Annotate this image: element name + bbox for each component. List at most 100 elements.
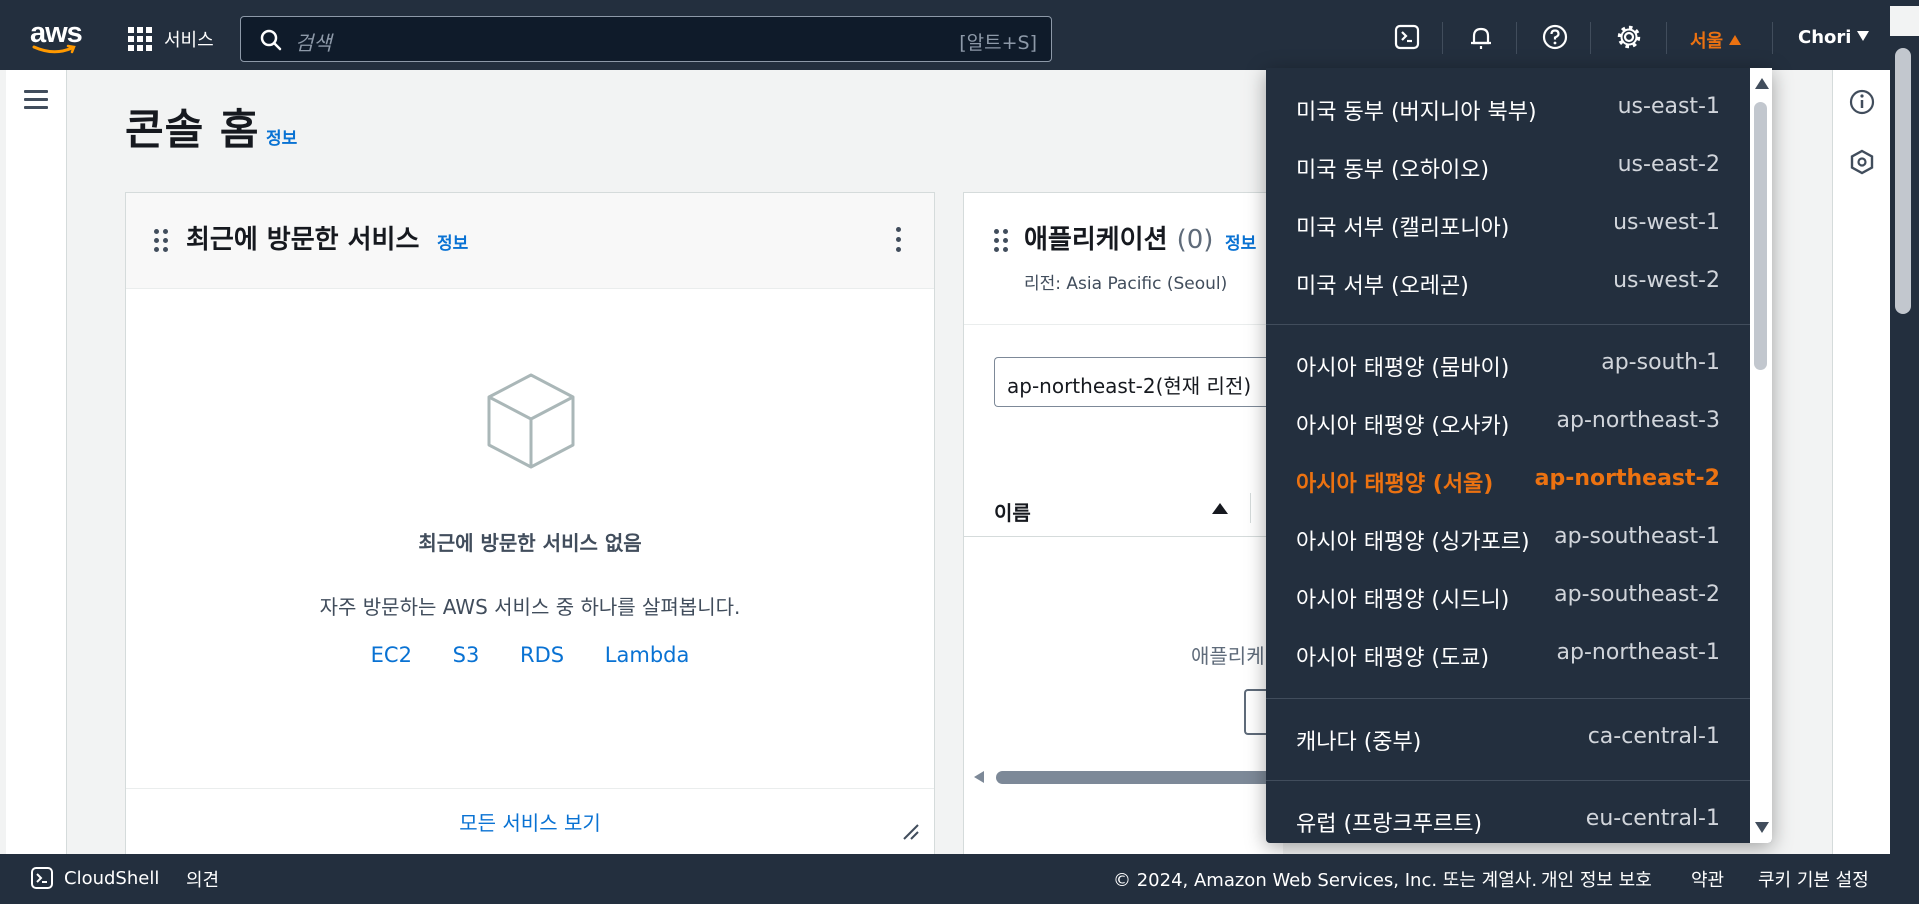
search-placeholder: 검색 xyxy=(295,31,332,55)
region-item-ca-central-1[interactable]: 캐나다 (중부) ca-central-1 xyxy=(1266,708,1750,766)
terms-link[interactable]: 약관 xyxy=(1691,866,1724,892)
region-group-divider xyxy=(1266,698,1750,699)
region-name: 아시아 태평양 (오사카) xyxy=(1296,414,1510,439)
drag-handle-icon[interactable] xyxy=(154,229,168,252)
horizontal-scrollbar[interactable] xyxy=(974,769,1286,785)
region-code: us-east-2 xyxy=(1617,152,1720,177)
table-header: 이름 xyxy=(964,483,1283,537)
search-input[interactable]: 검색 [알트+S] xyxy=(240,16,1052,62)
grid-icon xyxy=(128,27,152,51)
widget-info-link[interactable]: 정보 xyxy=(1225,229,1256,254)
privacy-link[interactable]: 개인 정보 보호 xyxy=(1541,866,1652,892)
view-all-label: 모든 서비스 보기 xyxy=(459,811,601,835)
scroll-left-icon[interactable] xyxy=(974,771,984,783)
region-subtitle: 리전: Asia Pacific (Seoul) xyxy=(1024,274,1228,294)
service-link-ec2[interactable]: EC2 xyxy=(371,643,412,667)
empty-state-title: 최근에 방문한 서비스 없음 xyxy=(418,531,642,555)
region-name: 캐나다 (중부) xyxy=(1296,730,1422,755)
region-name: 미국 서부 (캘리포니아) xyxy=(1296,216,1510,241)
applications-widget: 애플리케이션 (0) 정보 리전: Asia Pacific (Seoul) a… xyxy=(963,192,1304,862)
region-name: 유럽 (프랑크푸르트) xyxy=(1296,812,1483,837)
page-scrollbar-thumb[interactable] xyxy=(1895,48,1911,314)
scroll-down-icon[interactable] xyxy=(1755,822,1769,833)
region-name: 아시아 태평양 (도쿄) xyxy=(1296,646,1490,671)
region-item-ap-southeast-1[interactable]: 아시아 태평양 (싱가포르) ap-southeast-1 xyxy=(1266,508,1750,566)
bell-icon[interactable] xyxy=(1466,22,1496,52)
menu-icon[interactable] xyxy=(24,90,48,114)
region-name: 아시아 태평양 (서울) xyxy=(1296,472,1494,497)
region-item-ap-northeast-3[interactable]: 아시아 태평양 (오사카) ap-northeast-3 xyxy=(1266,392,1750,450)
region-code: us-west-1 xyxy=(1613,210,1720,235)
nav-divider xyxy=(1772,22,1773,54)
cloudshell-icon xyxy=(31,867,53,889)
region-name: 미국 동부 (버지니아 북부) xyxy=(1296,100,1537,125)
recent-services-widget: 최근에 방문한 서비스 정보 최근에 방문한 서비스 없음 자주 방문하는 AW… xyxy=(125,192,935,862)
applications-title: 애플리케이션 xyxy=(1024,225,1168,255)
search-shortcut: [알트+S] xyxy=(959,32,1037,54)
nav-divider xyxy=(1666,22,1667,54)
region-code: ap-south-1 xyxy=(1601,350,1720,375)
caret-up-icon xyxy=(1729,35,1742,45)
region-item-us-east-1[interactable]: 미국 동부 (버지니아 북부) us-east-1 xyxy=(1266,78,1750,136)
region-code: ap-northeast-1 xyxy=(1556,640,1720,665)
region-item-us-east-2[interactable]: 미국 동부 (오하이오) us-east-2 xyxy=(1266,136,1750,194)
empty-state-subtitle: 자주 방문하는 AWS 서비스 중 하나를 살펴봅니다. xyxy=(319,595,741,619)
region-item-ap-southeast-2[interactable]: 아시아 태평양 (시드니) ap-southeast-2 xyxy=(1266,566,1750,624)
region-item-ap-northeast-1[interactable]: 아시아 태평양 (도쿄) ap-northeast-1 xyxy=(1266,624,1750,682)
region-item-ap-south-1[interactable]: 아시아 태평양 (뭄바이) ap-south-1 xyxy=(1266,334,1750,392)
page-scrollbar[interactable] xyxy=(1890,36,1919,904)
region-item-eu-central-1[interactable]: 유럽 (프랑크푸르트) eu-central-1 xyxy=(1266,790,1750,843)
widget-info-link[interactable]: 정보 xyxy=(437,229,468,254)
scroll-up-icon[interactable] xyxy=(1755,78,1769,89)
region-item-us-west-2[interactable]: 미국 서부 (오레곤) us-west-2 xyxy=(1266,252,1750,310)
footer-bar: CloudShell 의견 © 2024, Amazon Web Service… xyxy=(0,854,1890,904)
region-group-divider xyxy=(1266,780,1750,781)
cloudshell-button[interactable]: CloudShell xyxy=(30,866,159,890)
sort-ascending-icon[interactable] xyxy=(1212,503,1228,514)
copyright-text: © 2024, Amazon Web Services, Inc. 또는 계열사… xyxy=(1113,870,1538,891)
region-label: 서울 xyxy=(1690,31,1724,52)
nav-divider xyxy=(1516,22,1517,54)
resize-handle-icon[interactable] xyxy=(902,823,920,841)
region-name: 아시아 태평양 (시드니) xyxy=(1296,588,1510,613)
aws-logo-text: aws xyxy=(30,17,83,49)
info-icon[interactable] xyxy=(1848,88,1876,116)
applications-count: (0) xyxy=(1176,225,1214,255)
drag-handle-icon[interactable] xyxy=(994,229,1008,252)
service-links: EC2 S3 RDS Lambda xyxy=(126,643,934,667)
help-icon[interactable] xyxy=(1540,22,1570,52)
region-item-us-west-1[interactable]: 미국 서부 (캘리포니아) us-west-1 xyxy=(1266,194,1750,252)
dropdown-scrollbar[interactable] xyxy=(1750,68,1772,843)
dropdown-scrollbar-thumb[interactable] xyxy=(1754,102,1767,370)
cookie-preferences-link[interactable]: 쿠키 기본 설정 xyxy=(1758,866,1869,892)
column-divider xyxy=(1250,493,1251,523)
widget-title: 최근에 방문한 서비스 xyxy=(186,225,420,255)
scrollbar-thumb[interactable] xyxy=(996,771,1286,784)
right-tools-rail xyxy=(1832,70,1890,854)
nav-divider xyxy=(1442,22,1443,54)
region-name: 아시아 태평양 (뭄바이) xyxy=(1296,356,1510,381)
column-header-name[interactable]: 이름 xyxy=(994,497,1031,526)
aws-logo[interactable]: aws xyxy=(30,17,83,56)
user-menu-button[interactable]: Chori xyxy=(1798,27,1870,48)
service-link-rds[interactable]: RDS xyxy=(520,643,564,667)
region-filter-select[interactable]: ap-northeast-2(현재 리전) xyxy=(994,357,1284,407)
region-code: ap-southeast-1 xyxy=(1554,524,1720,549)
gear-icon[interactable] xyxy=(1614,22,1644,52)
cloudshell-icon[interactable] xyxy=(1392,22,1422,52)
view-all-services-link[interactable]: 모든 서비스 보기 xyxy=(126,807,934,836)
nav-divider xyxy=(1590,22,1591,54)
region-code: ap-southeast-2 xyxy=(1554,582,1720,607)
page-title: 콘솔 홈 xyxy=(125,105,260,154)
hexagon-icon[interactable] xyxy=(1848,148,1876,176)
region-code: us-west-2 xyxy=(1613,268,1720,293)
region-item-ap-northeast-2-selected[interactable]: 아시아 태평양 (서울) ap-northeast-2 xyxy=(1266,450,1750,508)
services-menu-button[interactable]: 서비스 xyxy=(128,26,214,52)
service-link-s3[interactable]: S3 xyxy=(453,643,480,667)
more-options-icon[interactable] xyxy=(896,227,902,257)
left-navigation-rail xyxy=(6,70,67,854)
feedback-link[interactable]: 의견 xyxy=(186,866,219,892)
region-selector-button[interactable]: 서울 xyxy=(1690,27,1742,53)
service-link-lambda[interactable]: Lambda xyxy=(605,643,690,667)
page-info-link[interactable]: 정보 xyxy=(266,124,297,149)
